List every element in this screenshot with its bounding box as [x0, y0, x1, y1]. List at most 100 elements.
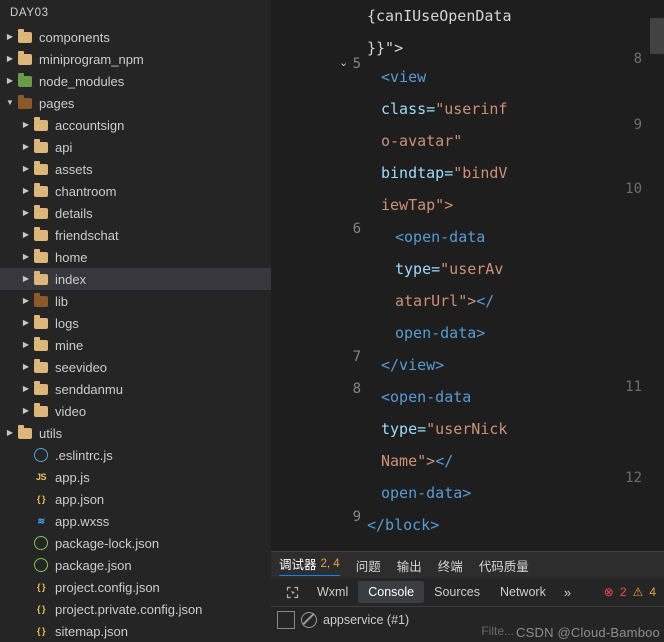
tree-item-sitemap-json[interactable]: { } sitemap.json	[0, 620, 271, 642]
console-filter-input[interactable]: Filte...	[481, 624, 514, 638]
devtools-bottom-tabs[interactable]: Wxml Console Sources Network » ⊗ 2 ⚠ 4	[271, 578, 664, 607]
editor-scrollbar[interactable]	[650, 0, 664, 642]
tree-item-label: chantroom	[55, 183, 117, 199]
inspect-element-icon[interactable]	[281, 582, 303, 602]
code-token: type=	[395, 260, 441, 278]
chevron-down-icon[interactable]: ▼	[4, 92, 16, 114]
code-line: type="userAv	[395, 253, 503, 285]
console-context-selector[interactable]: appservice (#1)	[323, 613, 409, 627]
devtools-tab-问题[interactable]: 问题	[356, 556, 381, 575]
tree-item-details[interactable]: ▶ details	[0, 202, 271, 224]
editor-scrollbar-thumb[interactable]	[650, 18, 664, 54]
panel-tab-network[interactable]: Network	[490, 581, 556, 603]
tree-item-logs[interactable]: ▶ logs	[0, 312, 271, 334]
tree-item-friendschat[interactable]: ▶ friendschat	[0, 224, 271, 246]
tree-item-app-js[interactable]: JS app.js	[0, 466, 271, 488]
tree-item--eslintrc-js[interactable]: .eslintrc.js	[0, 444, 271, 466]
tree-item-app-json[interactable]: { } app.json	[0, 488, 271, 510]
tree-item-label: mine	[55, 337, 84, 353]
devtools-tab-输出[interactable]: 输出	[397, 556, 422, 575]
file-tree[interactable]: ▶ components ▶ miniprogram_npm ▶ node_modules…	[0, 26, 271, 642]
devtools-tab-调试器[interactable]: 调试器 2, 4	[279, 554, 340, 576]
code-line: <view	[381, 61, 426, 93]
code-line: type="userNick	[381, 413, 507, 445]
panel-tab-console[interactable]: Console	[358, 581, 425, 603]
devtools-tab-label: 代码质量	[478, 559, 529, 574]
folder-icon	[32, 359, 50, 373]
tree-item-app-wxss[interactable]: ≋ app.wxss	[0, 510, 271, 532]
json-file-icon: { }	[36, 582, 46, 592]
code-token: open-data>	[395, 324, 486, 342]
devtools-tab-终端[interactable]: 终端	[438, 556, 463, 575]
secondary-line-number: 10	[625, 181, 642, 197]
tree-item-miniprogram-npm[interactable]: ▶ miniprogram_npm	[0, 48, 271, 70]
eslint-file-icon	[32, 448, 50, 462]
code-token: }}">	[367, 39, 404, 57]
tree-item-components[interactable]: ▶ components	[0, 26, 271, 48]
chevron-right-icon[interactable]: ▶	[20, 334, 32, 356]
chevron-right-icon[interactable]: ▶	[20, 246, 32, 268]
tree-item-lib[interactable]: ▶ lib	[0, 290, 271, 312]
tree-item-pages[interactable]: ▼ pages	[0, 92, 271, 114]
tree-item-project-config-json[interactable]: { } project.config.json	[0, 576, 271, 598]
tree-item-accountsign[interactable]: ▶ accountsign	[0, 114, 271, 136]
chevron-right-icon[interactable]: ▶	[4, 48, 16, 70]
chevron-right-icon[interactable]: ▶	[20, 136, 32, 158]
chevron-right-icon[interactable]: ▶	[20, 224, 32, 246]
tree-item-seevideo[interactable]: ▶ seevideo	[0, 356, 271, 378]
tree-item-home[interactable]: ▶ home	[0, 246, 271, 268]
chevron-right-icon[interactable]: ▶	[4, 422, 16, 444]
chevron-right-icon[interactable]: ▶	[20, 114, 32, 136]
tree-item-project-private-config-json[interactable]: { } project.private.config.json	[0, 598, 271, 620]
code-line: open-data>	[395, 317, 485, 349]
code-token: type=	[381, 420, 427, 438]
code-line: </block>	[367, 509, 439, 541]
tree-item-node-modules[interactable]: ▶ node_modules	[0, 70, 271, 92]
panel-tab-sources[interactable]: Sources	[424, 581, 490, 603]
code-editor[interactable]: 5 6 7 8 9 ⌄ {canIUseOpenData}}"> <view class="u…	[271, 0, 664, 642]
block-icon[interactable]	[301, 612, 317, 628]
chevron-right-icon[interactable]: ▶	[20, 378, 32, 400]
chevron-right-icon[interactable]: ▶	[4, 70, 16, 92]
secondary-line-number: 8	[633, 51, 642, 67]
folder-icon	[32, 227, 50, 241]
tree-item-label: home	[55, 249, 88, 265]
chevron-right-icon[interactable]: ▶	[20, 202, 32, 224]
folder-special-icon	[16, 95, 34, 109]
more-tabs-chevron[interactable]: »	[556, 585, 579, 600]
folder-icon	[32, 205, 50, 219]
tree-item-senddanmu[interactable]: ▶ senddanmu	[0, 378, 271, 400]
js-file-icon: JS	[35, 472, 47, 482]
tree-item-assets[interactable]: ▶ assets	[0, 158, 271, 180]
tree-item-api[interactable]: ▶ api	[0, 136, 271, 158]
tree-item-package-json[interactable]: package.json	[0, 554, 271, 576]
tree-item-index[interactable]: ▶ index	[0, 268, 271, 290]
tree-item-label: details	[55, 205, 93, 221]
chevron-right-icon[interactable]: ▶	[20, 356, 32, 378]
chevron-right-icon[interactable]: ▶	[20, 158, 32, 180]
tree-item-package-lock-json[interactable]: package-lock.json	[0, 532, 271, 554]
clear-console-icon[interactable]	[277, 611, 295, 629]
folder-icon	[32, 381, 50, 395]
chevron-right-icon[interactable]: ▶	[20, 180, 32, 202]
secondary-line-number: 12	[625, 470, 642, 486]
devtools-tab-代码质量[interactable]: 代码质量	[479, 556, 529, 575]
code-content[interactable]: {canIUseOpenData}}"> <view class="userinf o…	[271, 0, 664, 642]
tree-item-label: miniprogram_npm	[39, 51, 144, 67]
code-line: <open-data	[381, 381, 471, 413]
tree-item-label: project.config.json	[55, 579, 160, 595]
devtools-top-tabs[interactable]: 调试器 2, 4 问题 输出 终端 代码质量	[271, 552, 664, 578]
chevron-right-icon[interactable]: ▶	[20, 400, 32, 422]
tree-item-chantroom[interactable]: ▶ chantroom	[0, 180, 271, 202]
tree-item-utils[interactable]: ▶ utils	[0, 422, 271, 444]
code-line: iewTap">	[381, 189, 453, 221]
tree-item-mine[interactable]: ▶ mine	[0, 334, 271, 356]
secondary-line-number: 11	[625, 379, 642, 395]
chevron-right-icon[interactable]: ▶	[4, 26, 16, 48]
chevron-right-icon[interactable]: ▶	[20, 268, 32, 290]
tree-item-video[interactable]: ▶ video	[0, 400, 271, 422]
chevron-right-icon[interactable]: ▶	[20, 312, 32, 334]
panel-tab-wxml[interactable]: Wxml	[307, 581, 358, 603]
chevron-right-icon[interactable]: ▶	[20, 290, 32, 312]
tree-item-label: project.private.config.json	[55, 601, 203, 617]
